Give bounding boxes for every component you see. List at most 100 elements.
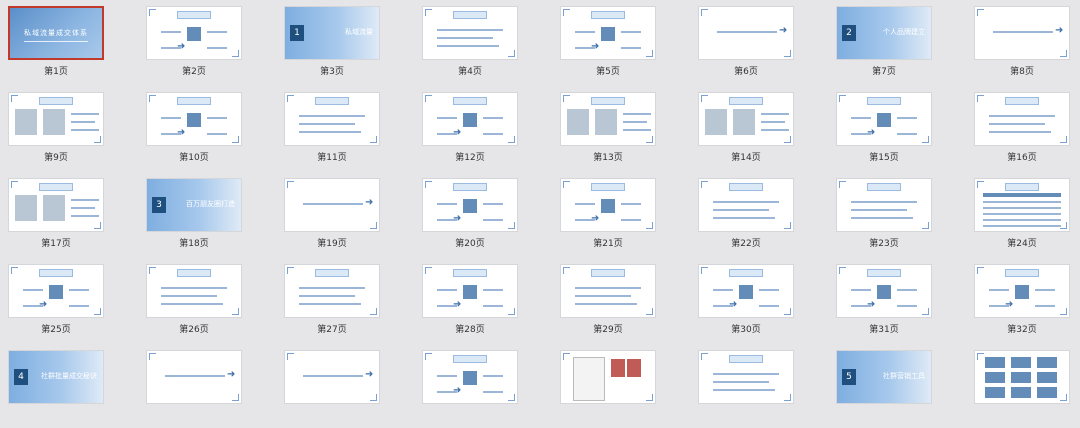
- slide-preview[interactable]: ➜: [836, 264, 932, 318]
- slide-header-bar: [39, 269, 73, 277]
- slide-thumbnail[interactable]: ➜ 第8页: [966, 0, 1080, 84]
- slide-thumbnail[interactable]: ➜ 第10页: [138, 86, 276, 170]
- corner-ornament: [11, 267, 18, 274]
- slide-thumbnail[interactable]: 第29页: [552, 258, 690, 342]
- slide-thumbnail[interactable]: [690, 344, 828, 428]
- slide-preview[interactable]: ➜: [284, 178, 380, 232]
- slide-thumbnail[interactable]: ➜ 第21页: [552, 172, 690, 256]
- arrow-glyph: ➜: [867, 127, 876, 138]
- slide-thumbnail[interactable]: ➜: [138, 344, 276, 428]
- slide-thumbnail[interactable]: [552, 344, 690, 428]
- slide-preview[interactable]: [284, 92, 380, 146]
- arrow-glyph: ➜: [177, 41, 186, 52]
- slide-thumbnail[interactable]: ➜ 第32页: [966, 258, 1080, 342]
- slide-preview[interactable]: 5 社群营销工具: [836, 350, 932, 404]
- slide-thumbnail[interactable]: ➜: [276, 344, 414, 428]
- slide-thumbnail[interactable]: ➜ 第6页: [690, 0, 828, 84]
- slide-preview[interactable]: [422, 6, 518, 60]
- slide-thumbnail[interactable]: ➜ 第20页: [414, 172, 552, 256]
- slide-preview[interactable]: ➜: [560, 6, 656, 60]
- slide-preview[interactable]: ➜: [974, 6, 1070, 60]
- slide-preview[interactable]: ➜: [422, 92, 518, 146]
- slide-preview[interactable]: [698, 92, 794, 146]
- slide-preview[interactable]: ➜: [836, 92, 932, 146]
- slide-preview[interactable]: [560, 92, 656, 146]
- slide-preview[interactable]: ➜: [560, 178, 656, 232]
- slide-thumbnail[interactable]: 第23页: [828, 172, 966, 256]
- slide-thumbnail[interactable]: 第16页: [966, 86, 1080, 170]
- slide-thumbnail[interactable]: 第27页: [276, 258, 414, 342]
- slide-thumbnail[interactable]: [966, 344, 1080, 428]
- tool-card: [1011, 357, 1031, 368]
- slide-preview[interactable]: 2 个人品牌建立: [836, 6, 932, 60]
- arrow-glyph: ➜: [453, 385, 462, 396]
- text-line: [983, 207, 1061, 209]
- text-line: [759, 289, 779, 291]
- photo-placeholder: [15, 109, 37, 135]
- slide-header-bar: [867, 183, 901, 191]
- slide-preview[interactable]: [698, 178, 794, 232]
- corner-ornament: [508, 308, 515, 315]
- slide-preview[interactable]: [146, 264, 242, 318]
- slide-preview[interactable]: ➜: [698, 264, 794, 318]
- slide-preview[interactable]: 私域流量成交体系: [8, 6, 104, 60]
- slide-preview[interactable]: 1 私域流量: [284, 6, 380, 60]
- slide-preview[interactable]: ➜: [146, 350, 242, 404]
- text-line: [71, 113, 99, 115]
- slide-preview[interactable]: [974, 178, 1070, 232]
- slide-preview[interactable]: [698, 350, 794, 404]
- photo-placeholder: [733, 109, 755, 135]
- corner-ornament: [425, 267, 432, 274]
- slide-preview[interactable]: ➜: [284, 350, 380, 404]
- slide-thumbnail[interactable]: ➜ 第5页: [552, 0, 690, 84]
- slide-thumbnail[interactable]: ➜ 第12页: [414, 86, 552, 170]
- slide-thumbnail[interactable]: ➜ 第19页: [276, 172, 414, 256]
- slide-preview[interactable]: [974, 92, 1070, 146]
- slide-preview[interactable]: [560, 264, 656, 318]
- slide-thumbnail[interactable]: ➜ 第2页: [138, 0, 276, 84]
- slide-preview[interactable]: ➜: [974, 264, 1070, 318]
- center-shape: [739, 285, 753, 299]
- slide-preview[interactable]: [560, 350, 656, 404]
- slide-thumbnail[interactable]: ➜ 第31页: [828, 258, 966, 342]
- slide-preview[interactable]: ➜: [422, 350, 518, 404]
- slide-thumbnail[interactable]: 第24页: [966, 172, 1080, 256]
- slide-preview[interactable]: 3 百万朋友圈打造: [146, 178, 242, 232]
- slide-preview[interactable]: ➜: [8, 264, 104, 318]
- slide-header-bar: [39, 97, 73, 105]
- slide-preview[interactable]: [974, 350, 1070, 404]
- slide-preview[interactable]: ➜: [422, 178, 518, 232]
- slide-thumbnail[interactable]: 第26页: [138, 258, 276, 342]
- slide-thumbnail[interactable]: 第4页: [414, 0, 552, 84]
- slide-preview[interactable]: [836, 178, 932, 232]
- slide-preview[interactable]: ➜: [146, 6, 242, 60]
- slide-header-bar: [453, 269, 487, 277]
- corner-ornament: [287, 95, 294, 102]
- slide-thumbnail[interactable]: 1 私域流量 第3页: [276, 0, 414, 84]
- slide-preview[interactable]: ➜: [698, 6, 794, 60]
- slide-thumbnail[interactable]: ➜ 第28页: [414, 258, 552, 342]
- slide-thumbnail[interactable]: 私域流量成交体系 第1页: [0, 0, 138, 84]
- slide-preview[interactable]: ➜: [146, 92, 242, 146]
- slide-thumbnail[interactable]: 5 社群营销工具: [828, 344, 966, 428]
- slide-preview[interactable]: ➜: [422, 264, 518, 318]
- slide-preview[interactable]: [8, 92, 104, 146]
- slide-thumbnail[interactable]: 第14页: [690, 86, 828, 170]
- slide-thumbnail[interactable]: 第17页: [0, 172, 138, 256]
- slide-thumbnail[interactable]: 2 个人品牌建立 第7页: [828, 0, 966, 84]
- slide-thumbnail[interactable]: 第13页: [552, 86, 690, 170]
- slide-preview[interactable]: [8, 178, 104, 232]
- slide-thumbnail[interactable]: 第11页: [276, 86, 414, 170]
- slide-preview[interactable]: 4 社群批量成交秘诀: [8, 350, 104, 404]
- slide-thumbnail[interactable]: 3 百万朋友圈打造 第18页: [138, 172, 276, 256]
- center-shape: [601, 27, 615, 41]
- slide-thumbnail[interactable]: ➜ 第30页: [690, 258, 828, 342]
- slide-preview[interactable]: [284, 264, 380, 318]
- slide-thumbnail[interactable]: 4 社群批量成交秘诀: [0, 344, 138, 428]
- text-line: [71, 215, 99, 217]
- slide-thumbnail[interactable]: ➜ 第15页: [828, 86, 966, 170]
- slide-thumbnail[interactable]: 第22页: [690, 172, 828, 256]
- slide-thumbnail[interactable]: ➜: [414, 344, 552, 428]
- slide-thumbnail[interactable]: 第9页: [0, 86, 138, 170]
- slide-thumbnail[interactable]: ➜ 第25页: [0, 258, 138, 342]
